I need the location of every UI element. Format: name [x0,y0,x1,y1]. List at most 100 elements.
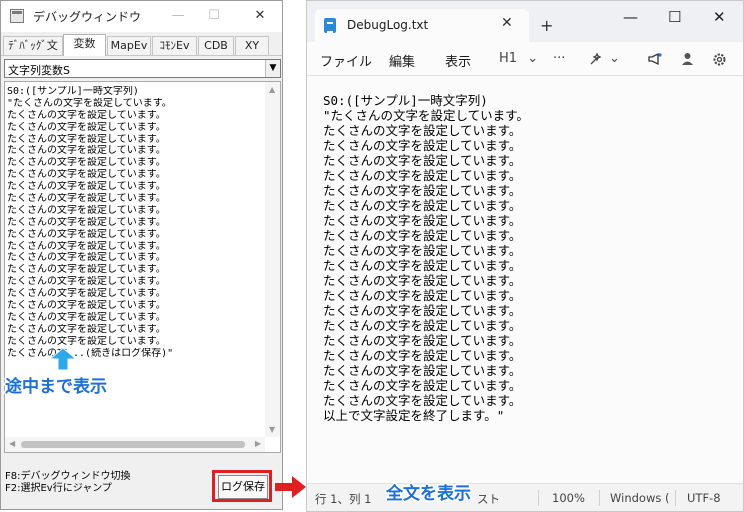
shortcut-hints: F8:デバッグウィンドウ切換 F2:選択Ev行にジャンプ [5,471,130,495]
variable-text-line: たくさんの文字を設定しています。 [7,252,166,264]
heading-dropdown[interactable]: H1 ⌄ [499,51,538,66]
tab-map-event[interactable]: MapEv [107,36,151,55]
save-log-highlight [212,470,272,502]
scroll-right-icon[interactable]: ▶ [255,439,261,448]
variable-text-line: たくさんの文字を設定しています。 [7,193,166,205]
notepad-menubar: ファイル 編集 表示 H1 ⌄ ··· ⌄ [307,42,743,76]
editor-text-line: 以上で文字設定を終了します。" [323,408,505,423]
vertical-scrollbar[interactable]: ▲ ▼ [265,82,280,437]
megaphone-icon[interactable] [647,52,662,66]
variable-text-line: たくさんの文字を設定しています。 [7,216,166,228]
scroll-down-icon[interactable]: ▼ [269,425,275,434]
variable-text-line: たくさんの文字を設定しています。 [7,240,166,252]
status-divider [538,490,539,506]
notepad-document-icon [324,18,336,33]
variable-text-line: たくさんの文字を設定しています。 [7,288,166,300]
line-ending[interactable]: Windows ( [610,491,669,505]
variable-text-line: たくさんの文字を設定しています。 [7,121,166,133]
variable-text-line: たくさんの文字を設定しています。 [7,204,166,216]
editor-text-line: たくさんの文字を設定しています。 [323,378,522,393]
editor-text-line: たくさんの文字を設定しています。 [323,198,522,213]
editor-text-lines: S0:([サンプル]一時文字列) "たくさんの文字を設定しています。 たくさんの文字… [323,93,529,423]
editor-text-line: たくさんの文字を設定しています。 [323,213,522,228]
menu-view[interactable]: 表示 [445,51,471,70]
editor-text-line: たくさんの文字を設定しています。 [323,228,522,243]
editor-text-line: たくさんの文字を設定しています。 [323,123,522,138]
maximize-button[interactable]: ☐ [203,6,225,26]
editor-text-line: たくさんの文字を設定しています。 [323,183,522,198]
composite-screenshot: デバッグウィンドウ — ☐ ✕ ﾃﾞﾊﾞｯｸﾞ文 変数 MapEv ｺﾓﾝEv … [0,0,744,512]
cursor-position: 行 1、列 1 [315,492,372,506]
tab-debug-text[interactable]: ﾃﾞﾊﾞｯｸﾞ文 [3,36,63,55]
menu-edit[interactable]: 編集 [389,51,415,70]
copilot-rewrite-icon[interactable] [589,52,603,66]
variable-text-line: "たくさんの文字を設定しています。 [7,97,172,109]
variable-text-line: たくさんの文字を設定しています。 [7,169,166,181]
scrollbar-thumb[interactable] [21,441,245,448]
variable-text-line: たくさんの文字を設定しています。 [7,145,166,157]
editor-text-line: "たくさんの文字を設定しています。 [323,108,529,123]
editor-text-line: たくさんの文字を設定しています。 [323,258,522,273]
variable-text-lines: S0:([サンプル]一時文字列) "たくさんの文字を設定しています。 たくさんの文字… [7,86,262,359]
editor-text-line: S0:([サンプル]一時文字列) [323,93,488,108]
new-tab-button[interactable]: + [540,16,553,35]
minimize-button[interactable]: — [623,8,638,26]
close-tab-icon[interactable]: ✕ [501,15,513,31]
variable-type-select[interactable]: 文字列変数S ▼ [4,59,281,78]
menu-file[interactable]: ファイル [320,51,372,70]
chevron-down-icon[interactable]: ⌄ [609,51,620,66]
notepad-statusbar: 行 1、列 1 スト 100% Windows ( UTF-8 [307,483,743,511]
tab-variables[interactable]: 変数 [63,34,106,56]
notepad-window: DebugLog.txt ✕ + — ☐ ✕ ファイル 編集 表示 H1 ⌄ ·… [306,0,744,512]
shortcut-hint-f2: F2:選択Ev行にジャンプ [5,483,112,494]
variable-text-line: たくさんの文字を設定しています。 [7,335,166,347]
text-editor[interactable]: S0:([サンプル]一時文字列) "たくさんの文字を設定しています。 たくさんの文字… [307,77,743,482]
debug-tabs: ﾃﾞﾊﾞｯｸﾞ文 変数 MapEv ｺﾓﾝEv CDB XY [1,34,282,56]
tab-cdb[interactable]: CDB [198,36,234,55]
variable-text-line: たくさんの文字を設定しています。 [7,181,166,193]
window-title: デバッグウィンドウ [33,10,142,24]
editor-text-line: たくさんの文字を設定しています。 [323,168,522,183]
variable-text-line: たくさんの文字を設定しています。 [7,300,166,312]
status-divider [675,490,676,506]
editor-text-line: たくさんの文字を設定しています。 [323,363,522,378]
heading-label: H1 [499,51,518,66]
window-app-icon [10,9,24,23]
scroll-up-icon[interactable]: ▲ [269,85,275,94]
tab-common-event[interactable]: ｺﾓﾝEv [152,36,197,55]
minimize-button[interactable]: — [167,6,189,26]
tab-xy[interactable]: XY [235,36,269,55]
variable-text-line: たくさんの文字を設定しています。 [7,228,166,240]
editor-text-line: たくさんの文字を設定しています。 [323,138,522,153]
debug-window: デバッグウィンドウ — ☐ ✕ ﾃﾞﾊﾞｯｸﾞ文 変数 MapEv ｺﾓﾝEv … [0,0,283,510]
more-options-button[interactable]: ··· [553,51,565,66]
horizontal-scrollbar[interactable]: ◀ ▶ [5,437,265,452]
close-button[interactable]: ✕ [249,6,271,26]
editor-text-line: たくさんの文字を設定しています。 [323,273,522,288]
close-button[interactable]: ✕ [713,8,726,26]
variable-text-line: たくさんの文字を設定しています。 [7,133,166,145]
editor-text-line: たくさんの文字を設定しています。 [323,393,522,408]
variable-type-value: 文字列変数S [8,64,70,77]
editor-text-line: たくさんの文字を設定しています。 [323,303,522,318]
variable-text-line: たくさんの文字を設定しています。 [7,311,166,323]
document-type: スト [477,492,500,506]
shortcut-hint-f8: F8:デバッグウィンドウ切換 [5,471,131,482]
variable-text-view[interactable]: S0:([サンプル]一時文字列) "たくさんの文字を設定しています。 たくさんの文字… [4,81,281,453]
maximize-button[interactable]: ☐ [668,8,681,26]
scroll-left-icon[interactable]: ◀ [9,439,15,448]
account-icon[interactable] [681,52,694,66]
full-display-label: 全文を表示 [386,484,471,504]
status-divider [599,490,600,506]
settings-gear-icon[interactable] [712,52,727,67]
tab-title: DebugLog.txt [347,18,429,32]
variable-text-line: たくさんの文字を設定しています。 [7,323,166,335]
tab-debuglog[interactable]: DebugLog.txt ✕ [315,9,529,42]
variable-text-line: たくさんの文字を設定しています。 [7,109,166,121]
zoom-level[interactable]: 100% [552,491,585,505]
editor-text-line: たくさんの文字を設定しています。 [323,153,522,168]
encoding[interactable]: UTF-8 [687,491,721,505]
editor-text-line: たくさんの文字を設定しています。 [323,318,522,333]
title-bar[interactable]: デバッグウィンドウ — ☐ ✕ [1,1,282,32]
dropdown-arrow-icon[interactable]: ▼ [265,60,280,77]
